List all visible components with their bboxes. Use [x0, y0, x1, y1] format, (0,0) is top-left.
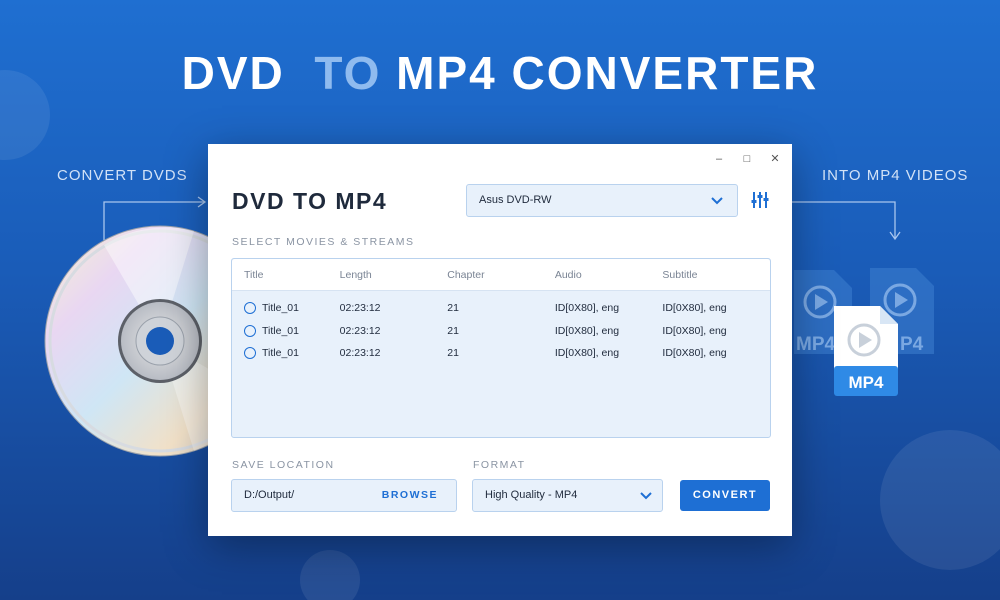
- format-select[interactable]: High Quality - MP4: [472, 479, 663, 512]
- save-location-label: SAVE LOCATION: [232, 459, 335, 471]
- row-radio[interactable]: [244, 302, 256, 315]
- convert-button[interactable]: CONVERT: [680, 480, 770, 511]
- row-radio[interactable]: [244, 347, 256, 360]
- table-header: Title Length Chapter Audio Subtitle: [232, 259, 770, 291]
- hero-title-dvd: DVD: [181, 47, 285, 99]
- header-audio: Audio: [554, 268, 582, 281]
- audio-cell: ID[0X80], eng: [554, 302, 620, 315]
- mp4-file-icon-front: MP4: [834, 306, 898, 396]
- header-chapter: Chapter: [447, 268, 485, 281]
- mp4-label-front: MP4: [849, 373, 885, 392]
- chevron-down-icon: [711, 197, 723, 205]
- window-controls: – □ ✕: [712, 152, 782, 166]
- format-value: High Quality - MP4: [485, 489, 578, 501]
- table-body: Title_01 02:23:12 21 ID[0X80], eng ID[0X…: [232, 291, 770, 365]
- convert-dvds-label: CONVERT DVDS: [57, 167, 188, 184]
- subtitle-cell: ID[0X80], eng: [662, 347, 727, 360]
- subtitle-cell: ID[0X80], eng: [662, 324, 727, 337]
- into-mp4-videos-label: INTO MP4 VIDEOS: [822, 167, 969, 184]
- minimize-button[interactable]: –: [712, 152, 726, 166]
- background-decoration: [300, 550, 360, 600]
- header-title: Title: [244, 268, 264, 281]
- length-cell: 02:23:12: [339, 324, 381, 337]
- browse-button[interactable]: BROWSE: [382, 480, 438, 511]
- hero-title-to: TO: [314, 47, 382, 99]
- app-title: DVD TO MP4: [232, 188, 388, 214]
- hero-title-mp4-converter: MP4 CONVERTER: [396, 47, 819, 99]
- app-window: – □ ✕ DVD TO MP4 Asus DVD-RW SELECT MOVI…: [208, 144, 792, 536]
- header-subtitle: Subtitle: [662, 268, 698, 281]
- save-path-value: D:/Output/: [244, 489, 295, 501]
- maximize-button[interactable]: □: [740, 152, 754, 166]
- format-label: FORMAT: [473, 459, 526, 471]
- title-cell: Title_01: [232, 324, 340, 337]
- length-cell: 02:23:12: [339, 347, 381, 360]
- title-value: Title_01: [262, 347, 299, 360]
- streams-table: Title Length Chapter Audio Subtitle Titl…: [231, 258, 771, 438]
- settings-sliders-icon[interactable]: [750, 190, 770, 210]
- title-cell: Title_01: [232, 347, 340, 360]
- drive-select[interactable]: Asus DVD-RW: [466, 184, 738, 217]
- background-decoration: [880, 430, 1000, 570]
- title-value: Title_01: [262, 324, 299, 337]
- subtitle-cell: ID[0X80], eng: [662, 302, 727, 315]
- table-row[interactable]: Title_01 02:23:12 21 ID[0X80], eng ID[0X…: [232, 297, 770, 320]
- chevron-down-icon: [640, 492, 652, 500]
- row-radio[interactable]: [244, 324, 256, 337]
- audio-cell: ID[0X80], eng: [554, 347, 620, 360]
- table-row[interactable]: Title_01 02:23:12 21 ID[0X80], eng ID[0X…: [232, 320, 770, 343]
- close-button[interactable]: ✕: [768, 152, 782, 166]
- chapter-cell: 21: [447, 347, 459, 360]
- table-row[interactable]: Title_01 02:23:12 21 ID[0X80], eng ID[0X…: [232, 342, 770, 365]
- title-cell: Title_01: [232, 302, 340, 315]
- hero-title: DVD TO MP4 CONVERTER: [0, 46, 1000, 100]
- right-arrow-icon: [792, 201, 901, 241]
- audio-cell: ID[0X80], eng: [554, 324, 620, 337]
- chapter-cell: 21: [447, 324, 459, 337]
- length-cell: 02:23:12: [339, 302, 381, 315]
- save-location-input[interactable]: D:/Output/ BROWSE: [231, 479, 457, 512]
- streams-section-label: SELECT MOVIES & STREAMS: [232, 236, 415, 248]
- header-length: Length: [339, 268, 372, 281]
- drive-select-value: Asus DVD-RW: [479, 194, 552, 206]
- mp4-label-back-right: P4: [900, 334, 924, 355]
- title-value: Title_01: [262, 302, 299, 315]
- chapter-cell: 21: [447, 302, 459, 315]
